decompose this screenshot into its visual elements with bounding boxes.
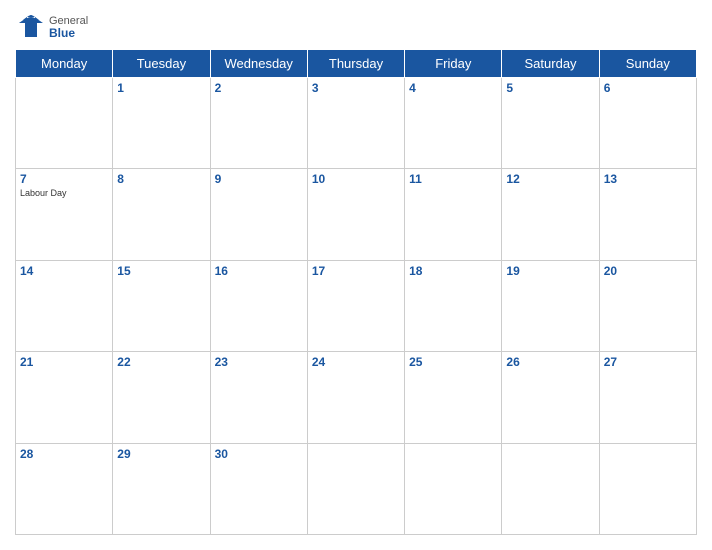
calendar-cell: 4	[405, 78, 502, 169]
day-number: 26	[506, 355, 594, 369]
day-number: 18	[409, 264, 497, 278]
day-number: 3	[312, 81, 400, 95]
day-number: 11	[409, 172, 497, 186]
weekday-header-row: MondayTuesdayWednesdayThursdayFridaySatu…	[16, 50, 697, 78]
calendar-cell	[502, 443, 599, 534]
day-number: 27	[604, 355, 692, 369]
calendar-cell: 29	[113, 443, 210, 534]
calendar-cell: 1	[113, 78, 210, 169]
calendar-cell: 15	[113, 260, 210, 351]
calendar-cell: 17	[307, 260, 404, 351]
calendar-cell: 5	[502, 78, 599, 169]
calendar-cell: 2	[210, 78, 307, 169]
calendar-cell: 14	[16, 260, 113, 351]
day-number: 17	[312, 264, 400, 278]
day-number: 2	[215, 81, 303, 95]
calendar-cell: 7 Labour Day	[16, 169, 113, 260]
calendar-cell: 24	[307, 352, 404, 443]
day-number: 10	[312, 172, 400, 186]
weekday-header-saturday: Saturday	[502, 50, 599, 78]
calendar-header: General Blue	[15, 10, 697, 49]
calendar-cell: 26	[502, 352, 599, 443]
calendar-week-row: 21 22 23 24 25 26 27	[16, 352, 697, 443]
day-number: 28	[20, 447, 108, 461]
day-number: 21	[20, 355, 108, 369]
calendar-cell: 30	[210, 443, 307, 534]
day-number: 5	[506, 81, 594, 95]
calendar-week-row: 14 15 16 17 18 19 20	[16, 260, 697, 351]
day-number: 4	[409, 81, 497, 95]
calendar-week-row: 7 Labour Day 89 10 11 12 13	[16, 169, 697, 260]
calendar-cell	[405, 443, 502, 534]
day-number: 7	[20, 172, 108, 186]
calendar-cell: 11	[405, 169, 502, 260]
calendar-cell: 28	[16, 443, 113, 534]
day-number: 20	[604, 264, 692, 278]
day-number: 14	[20, 264, 108, 278]
day-number: 19	[506, 264, 594, 278]
logo: General Blue	[15, 15, 88, 41]
calendar-cell: 10	[307, 169, 404, 260]
logo-bird-icon	[15, 15, 47, 41]
calendar-cell	[16, 78, 113, 169]
day-number: 1	[117, 81, 205, 95]
weekday-header-tuesday: Tuesday	[113, 50, 210, 78]
calendar-cell: 19	[502, 260, 599, 351]
calendar-cell: 20	[599, 260, 696, 351]
calendar-cell: 25	[405, 352, 502, 443]
calendar-cell: 8	[113, 169, 210, 260]
calendar-cell: 16	[210, 260, 307, 351]
day-number: 30	[215, 447, 303, 461]
calendar-cell: 18	[405, 260, 502, 351]
day-number: 8	[117, 172, 205, 186]
event-label: Labour Day	[20, 188, 108, 198]
day-number: 24	[312, 355, 400, 369]
weekday-header-sunday: Sunday	[599, 50, 696, 78]
day-number: 25	[409, 355, 497, 369]
calendar-cell: 12	[502, 169, 599, 260]
weekday-header-thursday: Thursday	[307, 50, 404, 78]
day-number: 29	[117, 447, 205, 461]
day-number: 16	[215, 264, 303, 278]
calendar-cell: 21	[16, 352, 113, 443]
calendar-cell: 27	[599, 352, 696, 443]
logo-row: General Blue	[15, 15, 88, 41]
logo-blue-text: Blue	[49, 27, 88, 40]
weekday-header-wednesday: Wednesday	[210, 50, 307, 78]
calendar-table: MondayTuesdayWednesdayThursdayFridaySatu…	[15, 49, 697, 535]
calendar-cell: 6	[599, 78, 696, 169]
weekday-header-monday: Monday	[16, 50, 113, 78]
day-number: 23	[215, 355, 303, 369]
calendar-cell	[307, 443, 404, 534]
day-number: 13	[604, 172, 692, 186]
calendar-cell: 9	[210, 169, 307, 260]
calendar-cell	[599, 443, 696, 534]
day-number: 22	[117, 355, 205, 369]
day-number: 9	[215, 172, 303, 186]
calendar-cell: 23	[210, 352, 307, 443]
weekday-header-friday: Friday	[405, 50, 502, 78]
calendar-cell: 3	[307, 78, 404, 169]
calendar-cell: 13	[599, 169, 696, 260]
calendar-cell: 22	[113, 352, 210, 443]
calendar-week-row: 123456	[16, 78, 697, 169]
day-number: 6	[604, 81, 692, 95]
day-number: 15	[117, 264, 205, 278]
day-number: 12	[506, 172, 594, 186]
calendar-week-row: 28 29 30	[16, 443, 697, 534]
